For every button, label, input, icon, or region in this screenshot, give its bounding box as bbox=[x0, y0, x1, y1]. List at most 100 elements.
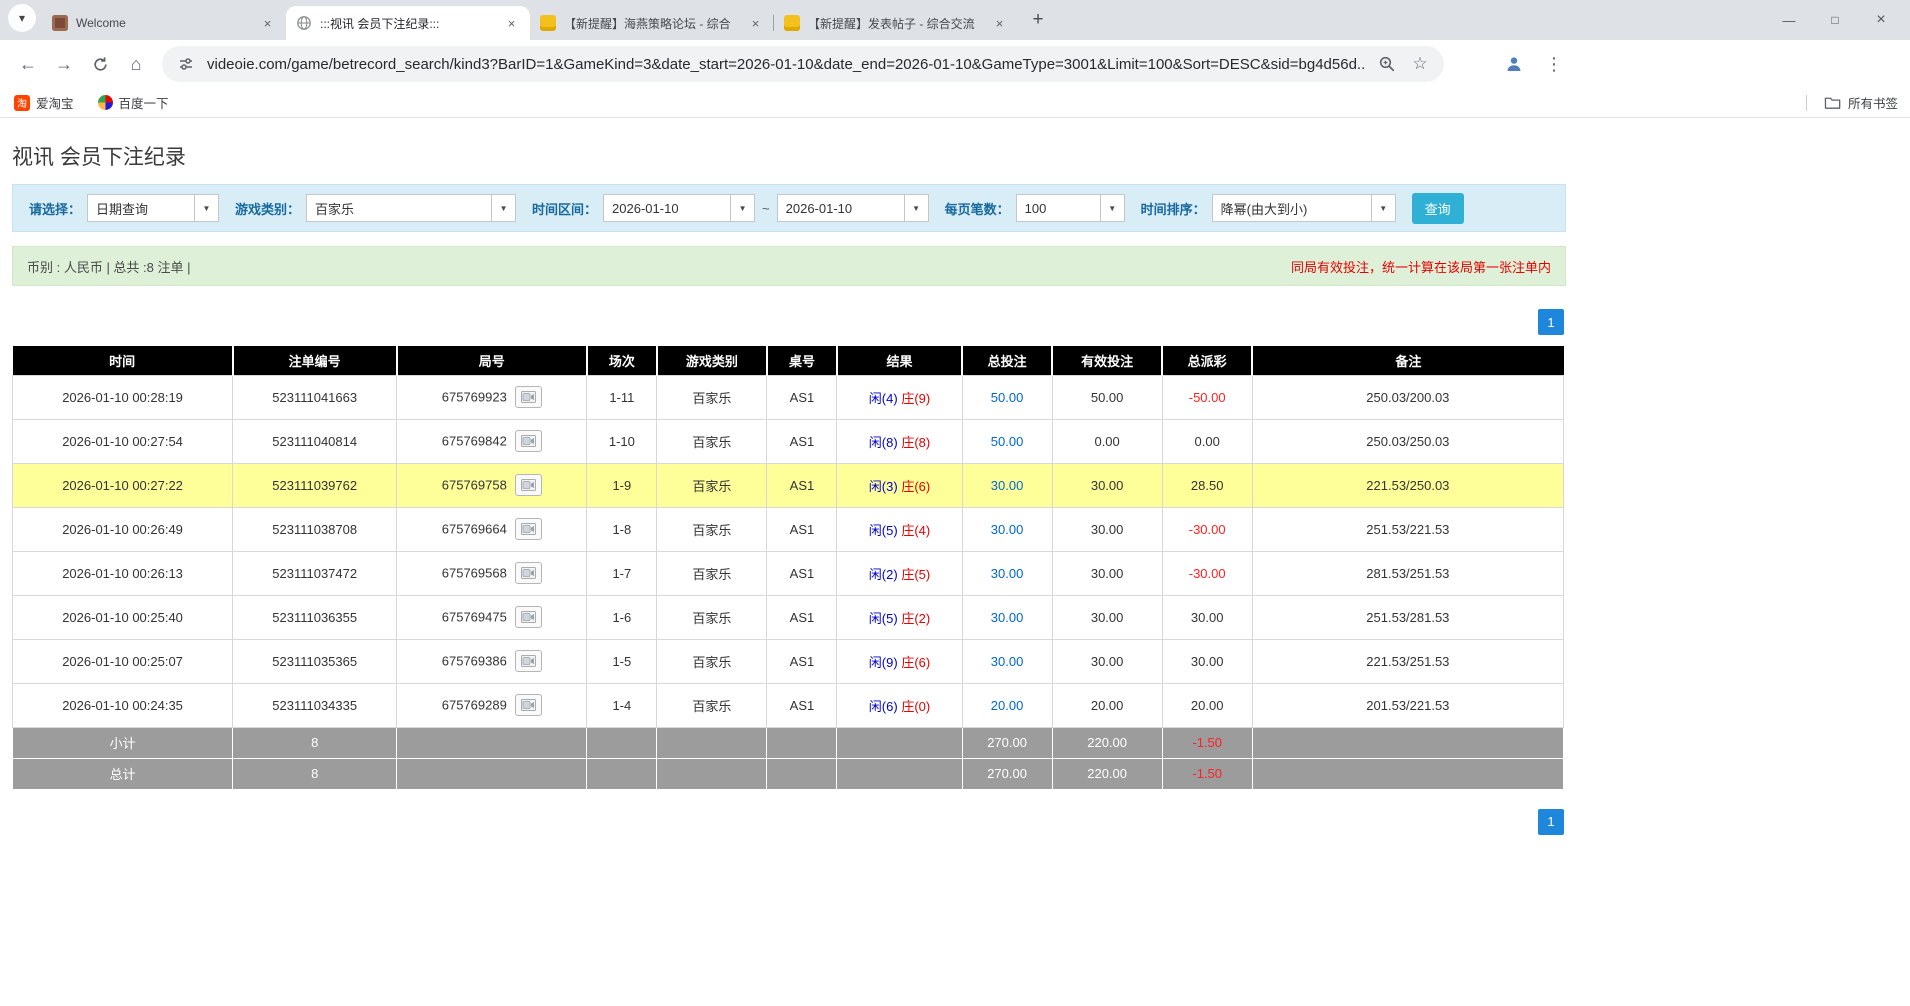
tab-forum-haiyan[interactable]: 【新提醒】海燕策略论坛 - 综合 × bbox=[530, 6, 774, 40]
site-settings-icon[interactable] bbox=[174, 52, 198, 76]
foot-empty-cell bbox=[587, 727, 657, 758]
bookmark-baidu[interactable]: 百度一下 bbox=[98, 93, 169, 112]
cell-round-no: 675769289 bbox=[397, 683, 587, 727]
banker-result: 庄(6) bbox=[901, 479, 930, 494]
tab-forum-post[interactable]: 【新提醒】发表帖子 - 综合交流 × bbox=[774, 6, 1018, 40]
date-start-select[interactable]: 2026-01-10 ▼ bbox=[603, 194, 755, 222]
maximize-button[interactable]: □ bbox=[1812, 0, 1858, 40]
foot-payout: -1.50 bbox=[1162, 727, 1252, 758]
cell-result: 闲(5) 庄(2) bbox=[837, 595, 962, 639]
page-number-button[interactable]: 1 bbox=[1538, 309, 1564, 335]
cell-valid-bet: 50.00 bbox=[1052, 375, 1162, 419]
query-type-select[interactable]: 日期查询 ▼ bbox=[87, 194, 219, 222]
bookmark-label: 爱淘宝 bbox=[36, 93, 74, 112]
chevron-down-icon[interactable]: ▼ bbox=[730, 195, 754, 221]
url-text[interactable]: videoie.com/game/betrecord_search/kind3?… bbox=[207, 56, 1366, 73]
taobao-icon: 淘 bbox=[14, 95, 30, 111]
game-type-select[interactable]: 百家乐 ▼ bbox=[306, 194, 516, 222]
menu-button[interactable]: ⋮ bbox=[1536, 46, 1572, 82]
cell-result: 闲(6) 庄(0) bbox=[837, 683, 962, 727]
forward-button[interactable]: → bbox=[46, 46, 82, 82]
pagination-bottom: 1 bbox=[12, 809, 1564, 835]
cell-time: 2026-01-10 00:26:13 bbox=[13, 551, 233, 595]
tab-welcome[interactable]: Welcome × bbox=[42, 6, 286, 40]
foot-empty-cell bbox=[767, 758, 837, 789]
bookmark-star-icon[interactable]: ☆ bbox=[1408, 52, 1432, 76]
foot-count: 8 bbox=[233, 727, 397, 758]
close-icon[interactable]: × bbox=[747, 15, 764, 32]
cell-game-type: 百家乐 bbox=[657, 683, 767, 727]
column-header: 场次 bbox=[587, 346, 657, 375]
cell-table-no: AS1 bbox=[767, 551, 837, 595]
video-icon bbox=[521, 435, 536, 447]
round-video-button[interactable] bbox=[515, 474, 542, 496]
cell-session: 1-6 bbox=[587, 595, 657, 639]
chevron-down-icon[interactable]: ▼ bbox=[491, 195, 515, 221]
new-tab-button[interactable]: + bbox=[1024, 6, 1052, 34]
round-video-button[interactable] bbox=[515, 430, 542, 452]
address-bar[interactable]: videoie.com/game/betrecord_search/kind3?… bbox=[162, 46, 1444, 82]
page-size-select[interactable]: 100 ▼ bbox=[1016, 194, 1125, 222]
zoom-icon[interactable] bbox=[1375, 52, 1399, 76]
chevron-down-icon[interactable]: ▼ bbox=[904, 195, 928, 221]
cell-game-type: 百家乐 bbox=[657, 375, 767, 419]
cell-total-bet: 30.00 bbox=[962, 595, 1052, 639]
page-size-label: 每页笔数： bbox=[945, 199, 1010, 218]
bookmark-aitaobao[interactable]: 淘 爱淘宝 bbox=[14, 93, 74, 112]
date-end-select[interactable]: 2026-01-10 ▼ bbox=[777, 194, 929, 222]
profile-button[interactable] bbox=[1496, 46, 1532, 82]
cell-note: 251.53/281.53 bbox=[1252, 595, 1563, 639]
cell-bet-no: 523111038708 bbox=[233, 507, 397, 551]
cell-total-bet: 50.00 bbox=[962, 375, 1052, 419]
table-header-row: 时间注单编号局号场次游戏类别桌号结果总投注有效投注总派彩备注 bbox=[13, 346, 1564, 375]
page-number-button[interactable]: 1 bbox=[1538, 809, 1564, 835]
cell-total-bet: 30.00 bbox=[962, 507, 1052, 551]
video-icon bbox=[521, 655, 536, 667]
column-header: 时间 bbox=[13, 346, 233, 375]
column-header: 有效投注 bbox=[1052, 346, 1162, 375]
notice-text: 同局有效投注，统一计算在该局第一张注单内 bbox=[1291, 257, 1551, 276]
query-button[interactable]: 查询 bbox=[1412, 193, 1464, 224]
round-video-button[interactable] bbox=[515, 562, 542, 584]
table-row: 2026-01-10 00:27:22523111039762675769758… bbox=[13, 463, 1564, 507]
cell-round-no: 675769568 bbox=[397, 551, 587, 595]
cell-table-no: AS1 bbox=[767, 375, 837, 419]
page-content: 视讯 会员下注纪录 请选择： 日期查询 ▼ 游戏类别： 百家乐 ▼ 时间区间： … bbox=[0, 141, 1578, 835]
table-row: 2026-01-10 00:25:40523111036355675769475… bbox=[13, 595, 1564, 639]
cell-result: 闲(5) 庄(4) bbox=[837, 507, 962, 551]
chevron-down-icon[interactable]: ▼ bbox=[1371, 195, 1395, 221]
round-video-button[interactable] bbox=[515, 650, 542, 672]
date-end-value: 2026-01-10 bbox=[778, 195, 904, 221]
game-type-label: 游戏类别： bbox=[235, 199, 300, 218]
tab-bet-records[interactable]: :::视讯 会员下注纪录::: × bbox=[286, 6, 530, 40]
round-video-button[interactable] bbox=[515, 518, 542, 540]
tab-title: :::视讯 会员下注纪录::: bbox=[320, 15, 495, 32]
cell-valid-bet: 30.00 bbox=[1052, 595, 1162, 639]
chevron-down-icon[interactable]: ▼ bbox=[194, 195, 218, 221]
round-video-button[interactable] bbox=[515, 694, 542, 716]
close-icon[interactable]: × bbox=[991, 15, 1008, 32]
cell-round-no: 675769475 bbox=[397, 595, 587, 639]
close-icon[interactable]: × bbox=[259, 15, 276, 32]
minimize-button[interactable]: — bbox=[1766, 0, 1812, 40]
round-video-button[interactable] bbox=[515, 386, 542, 408]
foot-empty-cell bbox=[397, 758, 587, 789]
foot-payout: -1.50 bbox=[1162, 758, 1252, 789]
refresh-button[interactable] bbox=[82, 46, 118, 82]
cell-total-bet: 50.00 bbox=[962, 419, 1052, 463]
sort-value: 降幂(由大到小) bbox=[1213, 195, 1371, 221]
home-button[interactable]: ⌂ bbox=[118, 46, 154, 82]
close-icon[interactable]: × bbox=[503, 15, 520, 32]
sort-select[interactable]: 降幂(由大到小) ▼ bbox=[1212, 194, 1396, 222]
cell-result: 闲(2) 庄(5) bbox=[837, 551, 962, 595]
round-video-button[interactable] bbox=[515, 606, 542, 628]
back-button[interactable]: ← bbox=[10, 46, 46, 82]
close-window-button[interactable]: × bbox=[1858, 0, 1904, 40]
cell-session: 1-9 bbox=[587, 463, 657, 507]
chevron-down-icon[interactable]: ▼ bbox=[1100, 195, 1124, 221]
tab-search-button[interactable]: ▾ bbox=[8, 4, 36, 32]
cell-payout: 28.50 bbox=[1162, 463, 1252, 507]
all-bookmarks-button[interactable]: 所有书签 bbox=[1806, 93, 1898, 112]
foot-empty-cell bbox=[1252, 758, 1563, 789]
cell-bet-no: 523111040814 bbox=[233, 419, 397, 463]
